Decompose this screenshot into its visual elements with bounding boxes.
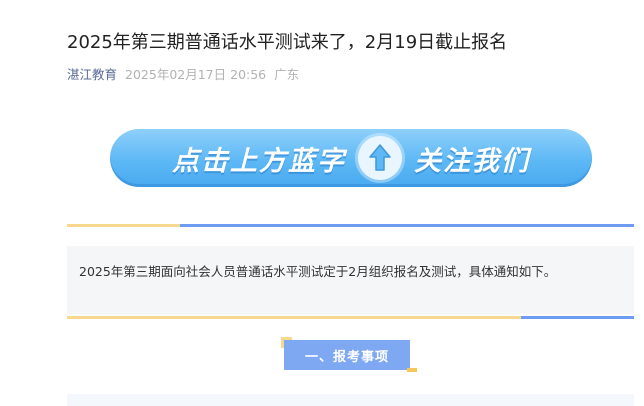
article-meta: 湛江教育 2025年02月17日 20:56 广东 — [67, 66, 299, 84]
up-arrow-icon — [358, 136, 402, 180]
follow-us-banner[interactable]: 点击上方蓝字 关注我们 — [110, 129, 592, 187]
publish-region: 广东 — [274, 67, 300, 82]
article-page: 2025年第三期普通话水平测试来了，2月19日截止报名 湛江教育 2025年02月… — [0, 0, 644, 406]
section-heading: 一、报考事项 — [284, 340, 410, 370]
content-box — [67, 394, 634, 406]
banner-left-text: 点击上方蓝字 — [172, 145, 346, 177]
section-corner-decoration-bottom — [407, 368, 417, 372]
article-title: 2025年第三期普通话水平测试来了，2月19日截止报名 — [67, 32, 508, 53]
account-name-link[interactable]: 湛江教育 — [67, 67, 117, 82]
notice-text: 2025年第三期面向社会人员普通话水平测试定于2月组织报名及测试，具体通知如下。 — [79, 264, 557, 279]
divider-top — [67, 224, 634, 227]
notice-box: 2025年第三期面向社会人员普通话水平测试定于2月组织报名及测试，具体通知如下。 — [67, 246, 634, 314]
divider-bottom — [67, 316, 634, 319]
publish-date: 2025年02月17日 20:56 — [125, 67, 267, 82]
banner-right-text: 关注我们 — [414, 145, 530, 177]
